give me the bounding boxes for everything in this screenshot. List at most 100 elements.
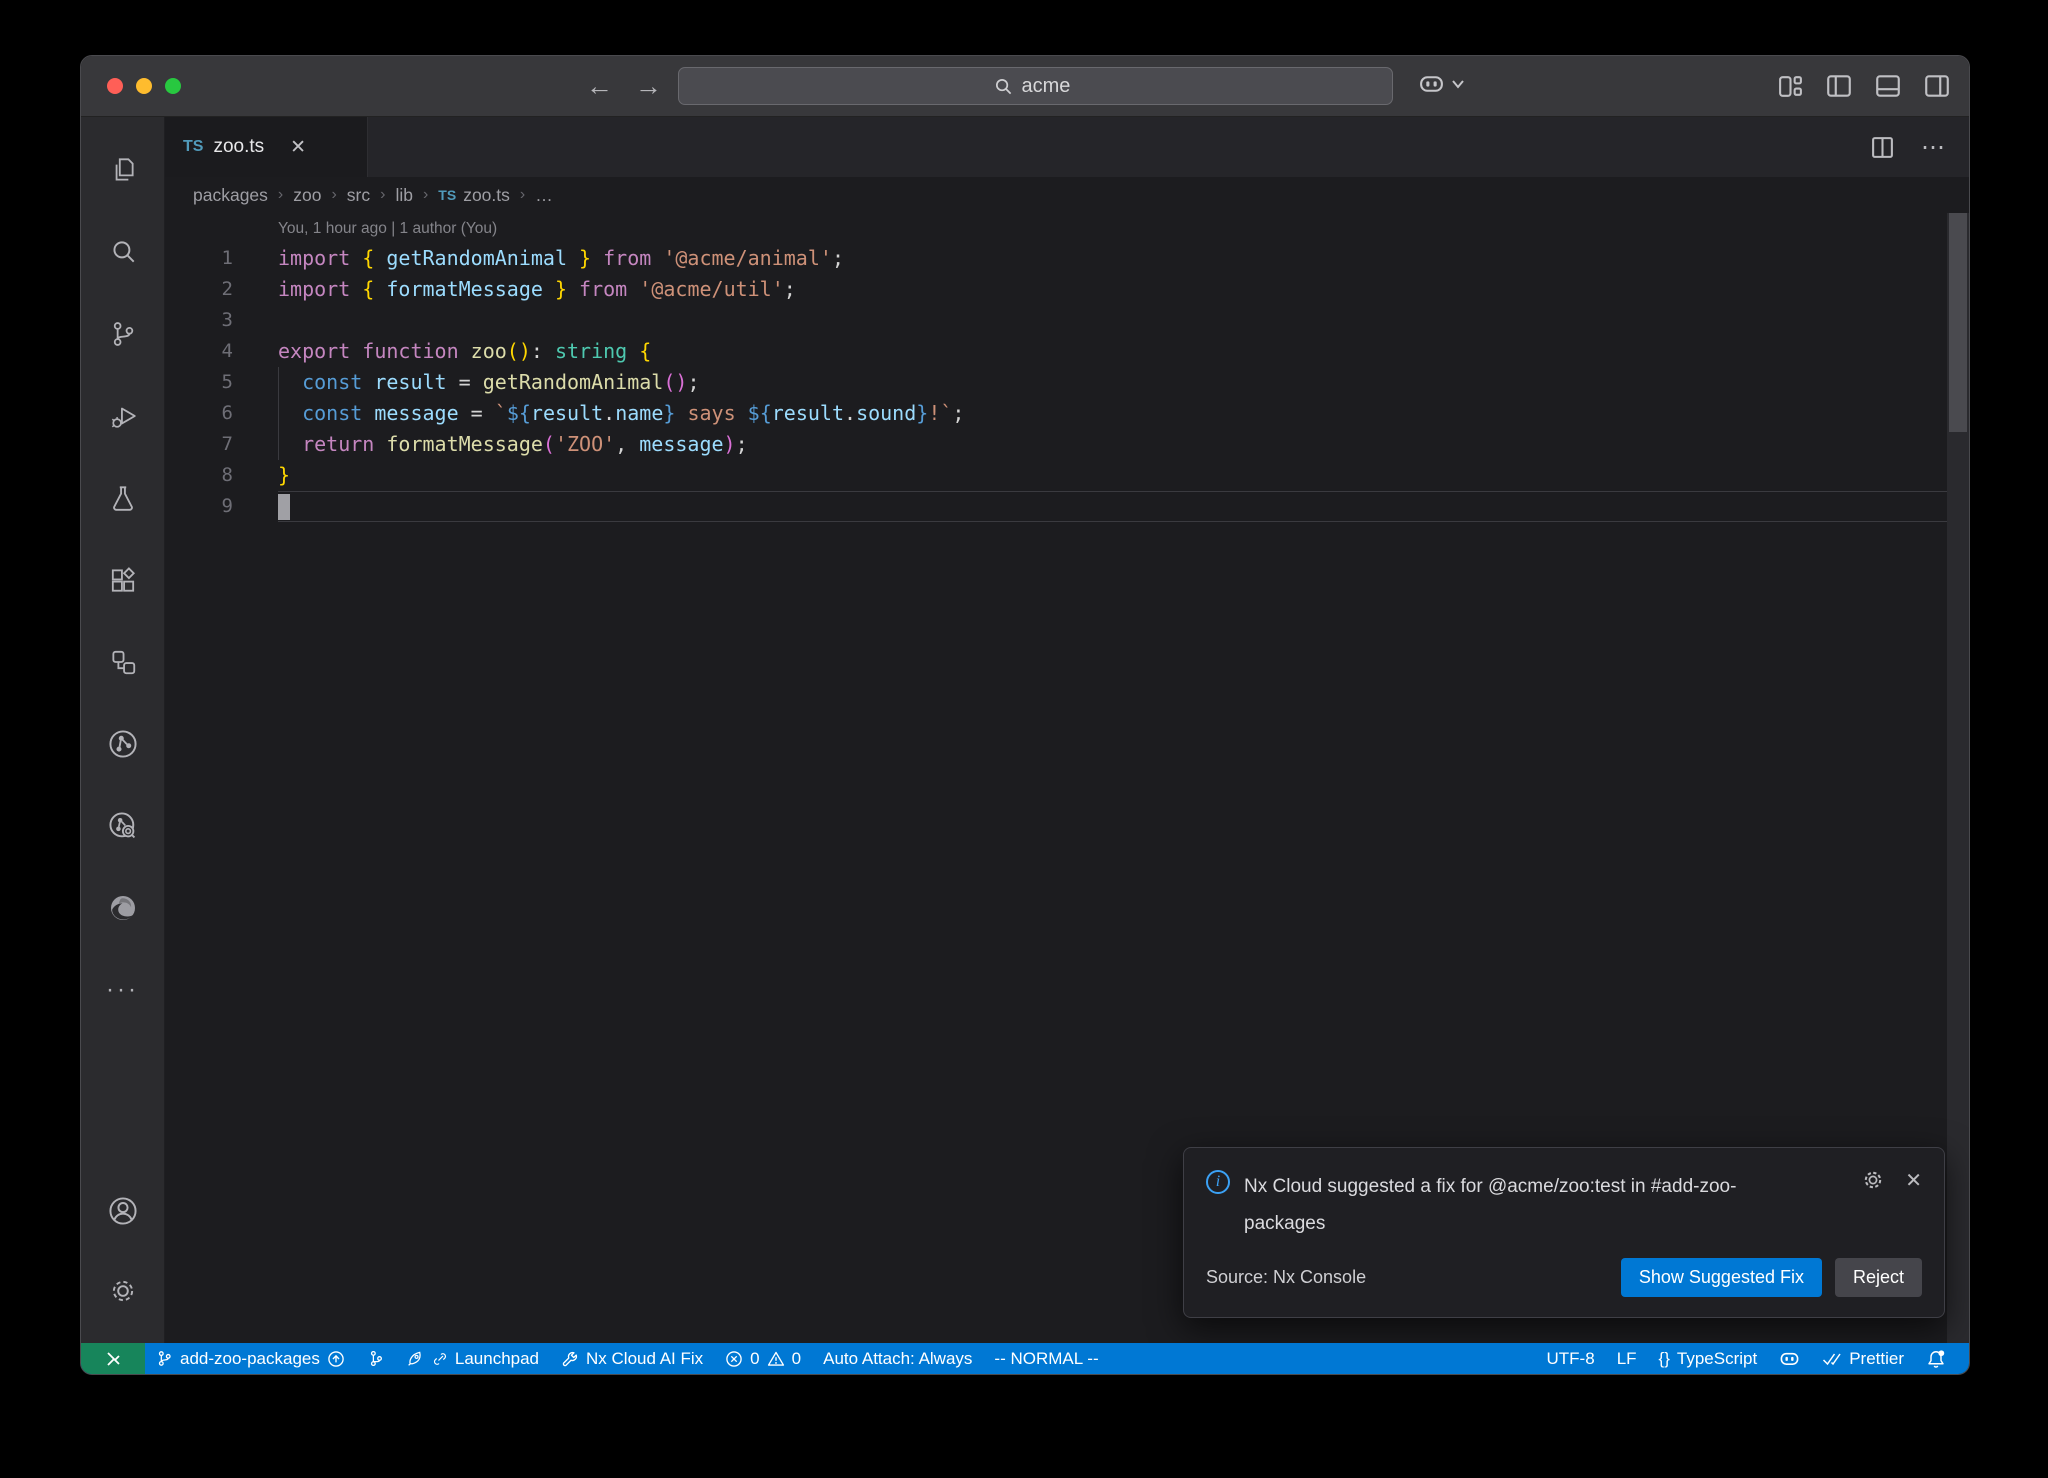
- nx-workspace-icon[interactable]: [81, 621, 164, 703]
- code-line[interactable]: 8}: [165, 460, 1969, 491]
- code-line-content[interactable]: }: [278, 460, 1969, 491]
- breadcrumb-item[interactable]: lib: [395, 185, 413, 206]
- vim-mode-status[interactable]: -- NORMAL --: [983, 1343, 1109, 1374]
- nx-cloud-ai-fix-status[interactable]: Nx Cloud AI Fix: [550, 1343, 714, 1374]
- code-line-content[interactable]: [278, 305, 1969, 336]
- remote-indicator[interactable]: [81, 1343, 145, 1374]
- accounts-icon[interactable]: [81, 1171, 164, 1251]
- run-and-debug-icon[interactable]: [81, 375, 164, 457]
- navigate-forward-icon[interactable]: →: [635, 71, 662, 102]
- line-number[interactable]: 8: [165, 460, 233, 491]
- git-blame-annotation[interactable]: You, 1 hour ago | 1 author (You): [278, 217, 1969, 241]
- tab-zoo-ts[interactable]: TS zoo.ts ✕: [165, 117, 368, 177]
- desktop: ← →: [0, 0, 2048, 1478]
- code-line[interactable]: 4 export function zoo(): string {: [165, 336, 1969, 367]
- toggle-panel-icon[interactable]: [1874, 72, 1902, 100]
- code-line[interactable]: 9: [165, 491, 1969, 522]
- notifications-status[interactable]: [1915, 1343, 1957, 1374]
- status-bar: add-zoo-packages Launchpad Nx Cloud AI F…: [81, 1343, 1969, 1374]
- reject-button[interactable]: Reject: [1835, 1258, 1922, 1297]
- auto-attach-status[interactable]: Auto Attach: Always: [812, 1343, 983, 1374]
- editor-scrollbar[interactable]: [1947, 213, 1969, 1343]
- notification-settings-gear-icon[interactable]: [1861, 1168, 1885, 1192]
- code-line[interactable]: 3: [165, 305, 1969, 336]
- code-line[interactable]: 7 return formatMessage('ZOO', message);: [165, 429, 1969, 460]
- close-window-button[interactable]: [107, 78, 123, 94]
- copilot-status[interactable]: [1768, 1343, 1811, 1374]
- show-suggested-fix-button[interactable]: Show Suggested Fix: [1621, 1258, 1822, 1297]
- extensions-icon[interactable]: [81, 539, 164, 621]
- line-number[interactable]: 6: [165, 398, 233, 429]
- breadcrumb-separator: ›: [331, 186, 336, 204]
- maximize-window-button[interactable]: [165, 78, 181, 94]
- code-line-content[interactable]: return formatMessage('ZOO', message);: [278, 429, 1969, 460]
- notification-close-icon[interactable]: ✕: [1905, 1168, 1922, 1193]
- code-line-content[interactable]: [278, 491, 1969, 522]
- customize-layout-icon[interactable]: [1777, 73, 1804, 100]
- line-number[interactable]: 7: [165, 429, 233, 460]
- prettier-status[interactable]: Prettier: [1811, 1343, 1915, 1374]
- nx-console-icon[interactable]: [81, 703, 164, 785]
- breadcrumb-item[interactable]: zoo: [293, 185, 321, 206]
- line-number[interactable]: 3: [165, 305, 233, 336]
- notification-toast: i Nx Cloud suggested a fix for @acme/zoo…: [1183, 1147, 1945, 1318]
- breadcrumb-symbol-tail[interactable]: …: [535, 185, 553, 206]
- line-number[interactable]: 1: [165, 243, 233, 274]
- code-line[interactable]: 2 import { formatMessage } from '@acme/ut…: [165, 274, 1969, 305]
- edge-browser-icon[interactable]: [81, 867, 164, 949]
- split-editor-icon[interactable]: [1870, 135, 1895, 160]
- explorer-icon[interactable]: [81, 129, 164, 211]
- code-line-content[interactable]: const result = getRandomAnimal();: [278, 367, 1969, 398]
- additional-views-icon[interactable]: ···: [81, 949, 164, 1031]
- navigate-back-icon[interactable]: ←: [586, 71, 613, 102]
- code-line-content[interactable]: const message = `${result.name} says ${r…: [278, 398, 1969, 429]
- breadcrumb-file[interactable]: zoo.ts: [463, 185, 510, 206]
- code-line[interactable]: 1 import { getRandomAnimal } from '@acme/…: [165, 243, 1969, 274]
- bell-icon: [1926, 1349, 1946, 1369]
- breadcrumb-item[interactable]: src: [347, 185, 370, 206]
- line-number[interactable]: 2: [165, 274, 233, 305]
- search-input[interactable]: [1022, 75, 1078, 98]
- problems-status[interactable]: 0 0: [714, 1343, 812, 1374]
- launchpad-status[interactable]: Launchpad: [395, 1343, 550, 1374]
- tab-close-icon[interactable]: ✕: [290, 136, 306, 159]
- typescript-file-icon: TS: [183, 138, 203, 156]
- command-center-search[interactable]: [678, 67, 1393, 105]
- code-line[interactable]: 5 const result = getRandomAnimal();: [165, 367, 1969, 398]
- more-actions-icon[interactable]: ⋯: [1921, 133, 1947, 162]
- toggle-secondary-sidebar-icon[interactable]: [1923, 72, 1951, 100]
- scrollbar-thumb[interactable]: [1949, 213, 1967, 432]
- nx-graph-icon[interactable]: [81, 785, 164, 867]
- code-line-content[interactable]: export function zoo(): string {: [278, 336, 1969, 367]
- encoding-status[interactable]: UTF-8: [1536, 1343, 1606, 1374]
- editor[interactable]: You, 1 hour ago | 1 author (You) 1 import…: [165, 213, 1969, 1343]
- code-line-content[interactable]: import { getRandomAnimal } from '@acme/a…: [278, 243, 1969, 274]
- code-token: message: [627, 432, 723, 456]
- code-token: (: [543, 432, 555, 456]
- source-control-icon[interactable]: [81, 293, 164, 375]
- breadcrumb: packages›zoo›src›lib›TSzoo.ts›…: [165, 177, 1969, 213]
- code-line-content[interactable]: import { formatMessage } from '@acme/uti…: [278, 274, 1969, 305]
- settings-gear-icon[interactable]: [81, 1251, 164, 1331]
- breadcrumb-item[interactable]: packages: [193, 185, 268, 206]
- chevron-down-icon[interactable]: [1451, 79, 1465, 89]
- toggle-primary-sidebar-icon[interactable]: [1825, 72, 1853, 100]
- language-mode-status[interactable]: {} TypeScript: [1648, 1343, 1769, 1374]
- line-number[interactable]: 4: [165, 336, 233, 367]
- code-token: formatMessage: [374, 277, 543, 301]
- copilot-icon[interactable]: [1418, 70, 1445, 97]
- code-token: !`: [928, 401, 952, 425]
- code-token: {: [627, 339, 651, 363]
- git-graph-status[interactable]: [356, 1343, 395, 1374]
- eol-status[interactable]: LF: [1606, 1343, 1648, 1374]
- line-number[interactable]: 5: [165, 367, 233, 398]
- breadcrumb-separator: ›: [423, 186, 428, 204]
- testing-icon[interactable]: [81, 457, 164, 539]
- code-line[interactable]: 6 const message = `${result.name} says $…: [165, 398, 1969, 429]
- line-number[interactable]: 9: [165, 491, 233, 522]
- editor-cursor: [278, 494, 290, 520]
- minimize-window-button[interactable]: [136, 78, 152, 94]
- search-sidebar-icon[interactable]: [81, 211, 164, 293]
- git-branch-status[interactable]: add-zoo-packages: [145, 1343, 356, 1374]
- code-token: }: [543, 277, 567, 301]
